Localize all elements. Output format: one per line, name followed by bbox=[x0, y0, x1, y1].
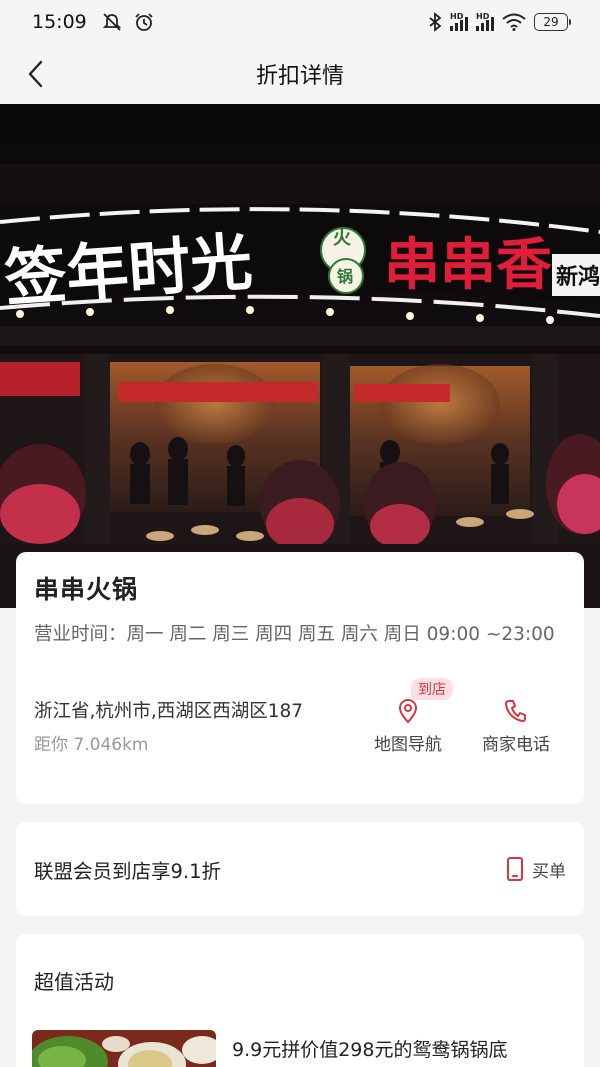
map-navigation-button[interactable]: 到店 地图导航 bbox=[366, 678, 453, 755]
activity-card: 超值活动 9.9元拼价值298元的鸳鸯锅锅底 bbox=[16, 934, 584, 1067]
activity-thumbnail[interactable] bbox=[32, 1030, 216, 1067]
nav-bar: 折扣详情 bbox=[0, 44, 600, 104]
member-discount-card: 联盟会员到店享9.1折 买单 bbox=[16, 822, 584, 916]
sign-text-right: 串串香 bbox=[384, 232, 552, 298]
business-hours: 营业时间：周一 周二 周三 周四 周五 周六 周日 09:00 ~23:00 bbox=[34, 624, 555, 645]
activity-item-description[interactable]: 9.9元拼价值298元的鸳鸯锅锅底 bbox=[232, 1035, 507, 1062]
page-title: 折扣详情 bbox=[255, 64, 344, 89]
pay-bill-button[interactable]: 买单 bbox=[506, 856, 566, 882]
store-name: 串串火锅 bbox=[34, 575, 139, 604]
chevron-left-icon bbox=[28, 60, 43, 88]
store-info-card: 串串火锅 营业时间：周一 周二 周三 周四 周五 周六 周日 09:00 ~23… bbox=[16, 552, 584, 804]
store-distance: 距你 7.046km bbox=[34, 735, 149, 755]
mobile-phone-icon bbox=[507, 857, 523, 881]
map-navigation-label: 地图导航 bbox=[374, 735, 442, 755]
back-button[interactable] bbox=[18, 54, 54, 94]
store-photo: 签年时光 火 锅 串串香 新鸿 bbox=[0, 104, 600, 608]
sign-badge-top: 火 bbox=[333, 228, 352, 249]
hd-signal-icon: HD bbox=[476, 12, 494, 31]
activity-section-title: 超值活动 bbox=[34, 970, 114, 994]
to-store-badge: 到店 bbox=[411, 678, 453, 700]
sign-text-edge: 新鸿 bbox=[556, 264, 600, 290]
merchant-phone-label: 商家电话 bbox=[482, 735, 550, 755]
wifi-icon bbox=[502, 13, 526, 31]
status-time: 15:09 bbox=[32, 11, 87, 33]
store-address: 浙江省,杭州市,西湖区西湖区187 bbox=[34, 701, 304, 722]
pay-bill-label: 买单 bbox=[532, 861, 566, 882]
battery-icon: 29 bbox=[534, 13, 571, 31]
member-discount-text: 联盟会员到店享9.1折 bbox=[34, 859, 222, 883]
location-pin-icon bbox=[398, 698, 418, 724]
phone-icon bbox=[505, 700, 526, 722]
alarm-icon bbox=[135, 13, 153, 31]
sign-badge-bottom: 锅 bbox=[337, 267, 353, 286]
status-bar: 15:09 HD HD 29 bbox=[0, 0, 600, 44]
bluetooth-icon bbox=[429, 12, 442, 32]
merchant-phone-button[interactable]: 商家电话 bbox=[474, 698, 558, 755]
mute-icon bbox=[102, 13, 121, 31]
hd-signal-icon: HD bbox=[450, 12, 468, 31]
